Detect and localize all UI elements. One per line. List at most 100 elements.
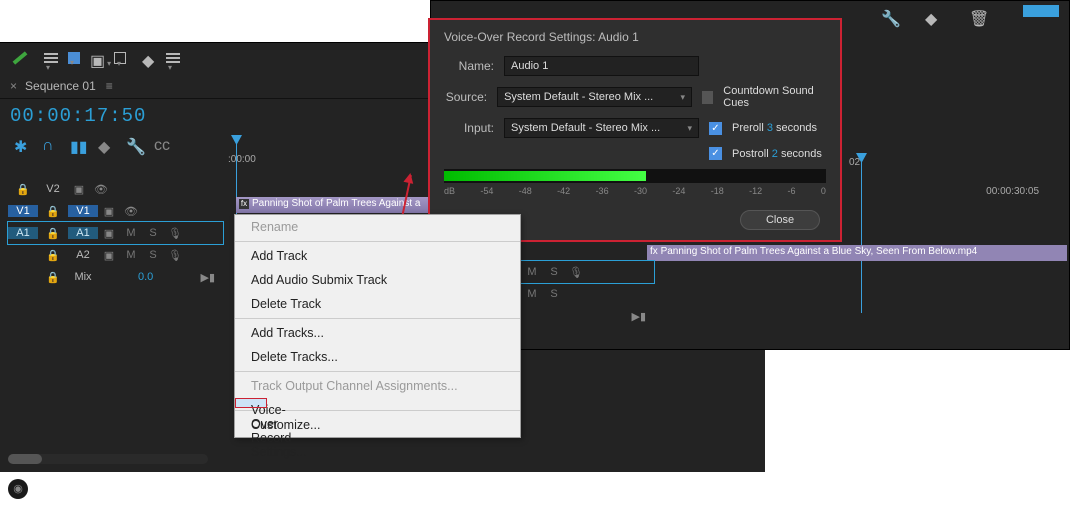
linked-sel-icon[interactable]: ▮▮ bbox=[70, 137, 84, 151]
lock-icon[interactable]: 🔒 bbox=[38, 271, 68, 284]
track-a2[interactable]: A2 bbox=[68, 249, 98, 261]
track-a1-src[interactable]: A1 bbox=[8, 227, 38, 239]
trash-icon[interactable]: 🗑 bbox=[969, 9, 983, 23]
marker-icon[interactable]: ◆ bbox=[142, 51, 156, 65]
db-label: dB bbox=[444, 186, 455, 196]
source-label: Source: bbox=[444, 90, 487, 104]
seconds-label: seconds bbox=[776, 122, 817, 134]
preroll-checkbox[interactable]: ✓ bbox=[709, 122, 722, 135]
marker2-icon[interactable]: ◆ bbox=[98, 137, 112, 151]
close-tab-icon[interactable]: × bbox=[10, 79, 17, 93]
input-value: System Default - Stereo Mix ... bbox=[511, 122, 660, 134]
wrench-icon[interactable]: 🔧 bbox=[881, 9, 895, 23]
postroll-label: Postroll bbox=[732, 148, 769, 160]
menu-add-submix[interactable]: Add Audio Submix Track bbox=[235, 268, 520, 292]
track-v1-src[interactable]: V1 bbox=[8, 205, 38, 217]
snap-icon[interactable]: ✱ bbox=[14, 137, 28, 151]
mute-button[interactable]: M bbox=[120, 227, 142, 239]
video-clip-right[interactable]: fx Panning Shot of Palm Trees Against a … bbox=[647, 245, 1067, 261]
menu-add-tracks[interactable]: Add Tracks... bbox=[235, 321, 520, 345]
lock-icon[interactable]: 🔒 bbox=[38, 249, 68, 262]
track-v2[interactable]: V2 bbox=[38, 183, 68, 195]
list2-icon[interactable] bbox=[166, 57, 180, 59]
scale-tick: 0 bbox=[821, 186, 826, 196]
eye-icon[interactable]: 👁 bbox=[90, 183, 112, 196]
solo-button[interactable]: S bbox=[142, 227, 164, 239]
square-icon[interactable] bbox=[68, 52, 80, 64]
scale-tick: -24 bbox=[672, 186, 685, 196]
voice-record-icon[interactable]: 🎙 bbox=[164, 249, 186, 262]
track-mix[interactable]: Mix bbox=[68, 271, 98, 283]
scale-tick: -54 bbox=[480, 186, 493, 196]
fx-icon[interactable]: ▣ bbox=[98, 227, 120, 240]
chevron-down-icon: ▾ bbox=[687, 123, 692, 134]
outline-icon[interactable] bbox=[114, 52, 126, 64]
seconds-label2: seconds bbox=[781, 148, 822, 160]
countdown-label: Countdown Sound Cues bbox=[723, 85, 826, 109]
voice-record-icon[interactable]: 🎙 bbox=[565, 266, 587, 279]
scale-tick: -12 bbox=[749, 186, 762, 196]
menu-voice-over-settings[interactable]: Voice-Over Record Settings... bbox=[235, 398, 267, 408]
fx-icon[interactable]: ▣ bbox=[68, 183, 90, 196]
name-value: Audio 1 bbox=[511, 60, 548, 72]
list-icon[interactable] bbox=[44, 57, 58, 59]
fx-icon[interactable]: ▣ bbox=[98, 249, 120, 262]
track-context-menu: Rename Add Track Add Audio Submix Track … bbox=[234, 214, 521, 438]
chevron-down-icon: ▾ bbox=[681, 92, 686, 103]
scale-tick: -6 bbox=[788, 186, 796, 196]
mix-arrow-icon[interactable]: ▶▮ bbox=[200, 271, 215, 284]
track-a1[interactable]: A1 bbox=[68, 227, 98, 239]
input-dropdown[interactable]: System Default - Stereo Mix ... ▾ bbox=[504, 118, 699, 138]
voice-record-icon[interactable]: 🎙 bbox=[164, 227, 186, 240]
preroll-label: Preroll bbox=[732, 122, 764, 134]
close-button[interactable]: Close bbox=[740, 210, 820, 230]
preroll-seconds[interactable]: 3 bbox=[767, 122, 773, 134]
track-v1[interactable]: V1 bbox=[68, 205, 98, 217]
tab-menu-icon[interactable]: ≡ bbox=[106, 79, 113, 93]
caption-icon[interactable]: cc bbox=[154, 137, 168, 151]
solo-button[interactable]: S bbox=[142, 249, 164, 261]
cc-app-icon[interactable]: ◉ bbox=[8, 479, 28, 499]
playhead-right[interactable] bbox=[861, 153, 862, 313]
wrench-icon[interactable]: 🔧 bbox=[126, 137, 140, 151]
mix-value[interactable]: 0.0 bbox=[138, 271, 153, 283]
postroll-seconds[interactable]: 2 bbox=[772, 148, 778, 160]
source-dropdown[interactable]: System Default - Stereo Mix ...▾ bbox=[497, 87, 692, 107]
ruler-tick-r: 00:00:30:05 bbox=[986, 186, 1039, 197]
overlap-icon[interactable]: ▣ bbox=[90, 51, 104, 65]
meter-level bbox=[444, 171, 646, 181]
menu-delete-track[interactable]: Delete Track bbox=[235, 292, 520, 316]
postroll-checkbox[interactable]: ✓ bbox=[709, 147, 722, 160]
video-clip[interactable]: fxPanning Shot of Palm Trees Against a bbox=[236, 197, 430, 213]
lock-icon[interactable]: 🔒 bbox=[8, 183, 38, 196]
pen-icon[interactable] bbox=[13, 51, 28, 64]
fx-icon[interactable]: ▣ bbox=[98, 205, 120, 218]
countdown-checkbox[interactable]: ✓ bbox=[702, 91, 713, 104]
menu-add-track[interactable]: Add Track bbox=[235, 244, 520, 268]
scroll-thumb[interactable] bbox=[8, 454, 42, 464]
scale-tick: -36 bbox=[596, 186, 609, 196]
solo-button[interactable]: S bbox=[543, 288, 565, 300]
menu-track-output[interactable]: Track Output Channel Assignments... bbox=[235, 374, 520, 398]
name-input[interactable]: Audio 1 bbox=[504, 56, 699, 76]
timeline-scrollbar[interactable] bbox=[8, 454, 208, 464]
magnet-icon[interactable]: ∩ bbox=[42, 137, 56, 151]
solo-button[interactable]: S bbox=[543, 266, 565, 278]
eye-icon[interactable]: 👁 bbox=[120, 205, 142, 218]
scale-tick: -48 bbox=[519, 186, 532, 196]
menu-rename[interactable]: Rename bbox=[235, 215, 520, 239]
name-label: Name: bbox=[444, 59, 494, 73]
lock-icon[interactable]: 🔒 bbox=[38, 205, 68, 218]
mute-button[interactable]: M bbox=[521, 266, 543, 278]
workarea-bar[interactable] bbox=[1023, 5, 1059, 17]
voice-over-settings-dialog: Voice-Over Record Settings: Audio 1 Name… bbox=[430, 20, 840, 240]
mute-button[interactable]: M bbox=[521, 288, 543, 300]
clip-fx-icon: fx bbox=[650, 246, 658, 257]
meter-scale: dB -54 -48 -42 -36 -30 -24 -18 -12 -6 0 bbox=[444, 186, 826, 196]
lock-icon[interactable]: 🔒 bbox=[38, 227, 68, 240]
mix-arrow-icon[interactable]: ▶▮ bbox=[631, 310, 646, 323]
marker-icon[interactable]: ◆ bbox=[925, 9, 939, 23]
menu-delete-tracks[interactable]: Delete Tracks... bbox=[235, 345, 520, 369]
mute-button[interactable]: M bbox=[120, 249, 142, 261]
current-timecode[interactable]: 00:00:17:50 bbox=[10, 105, 146, 127]
